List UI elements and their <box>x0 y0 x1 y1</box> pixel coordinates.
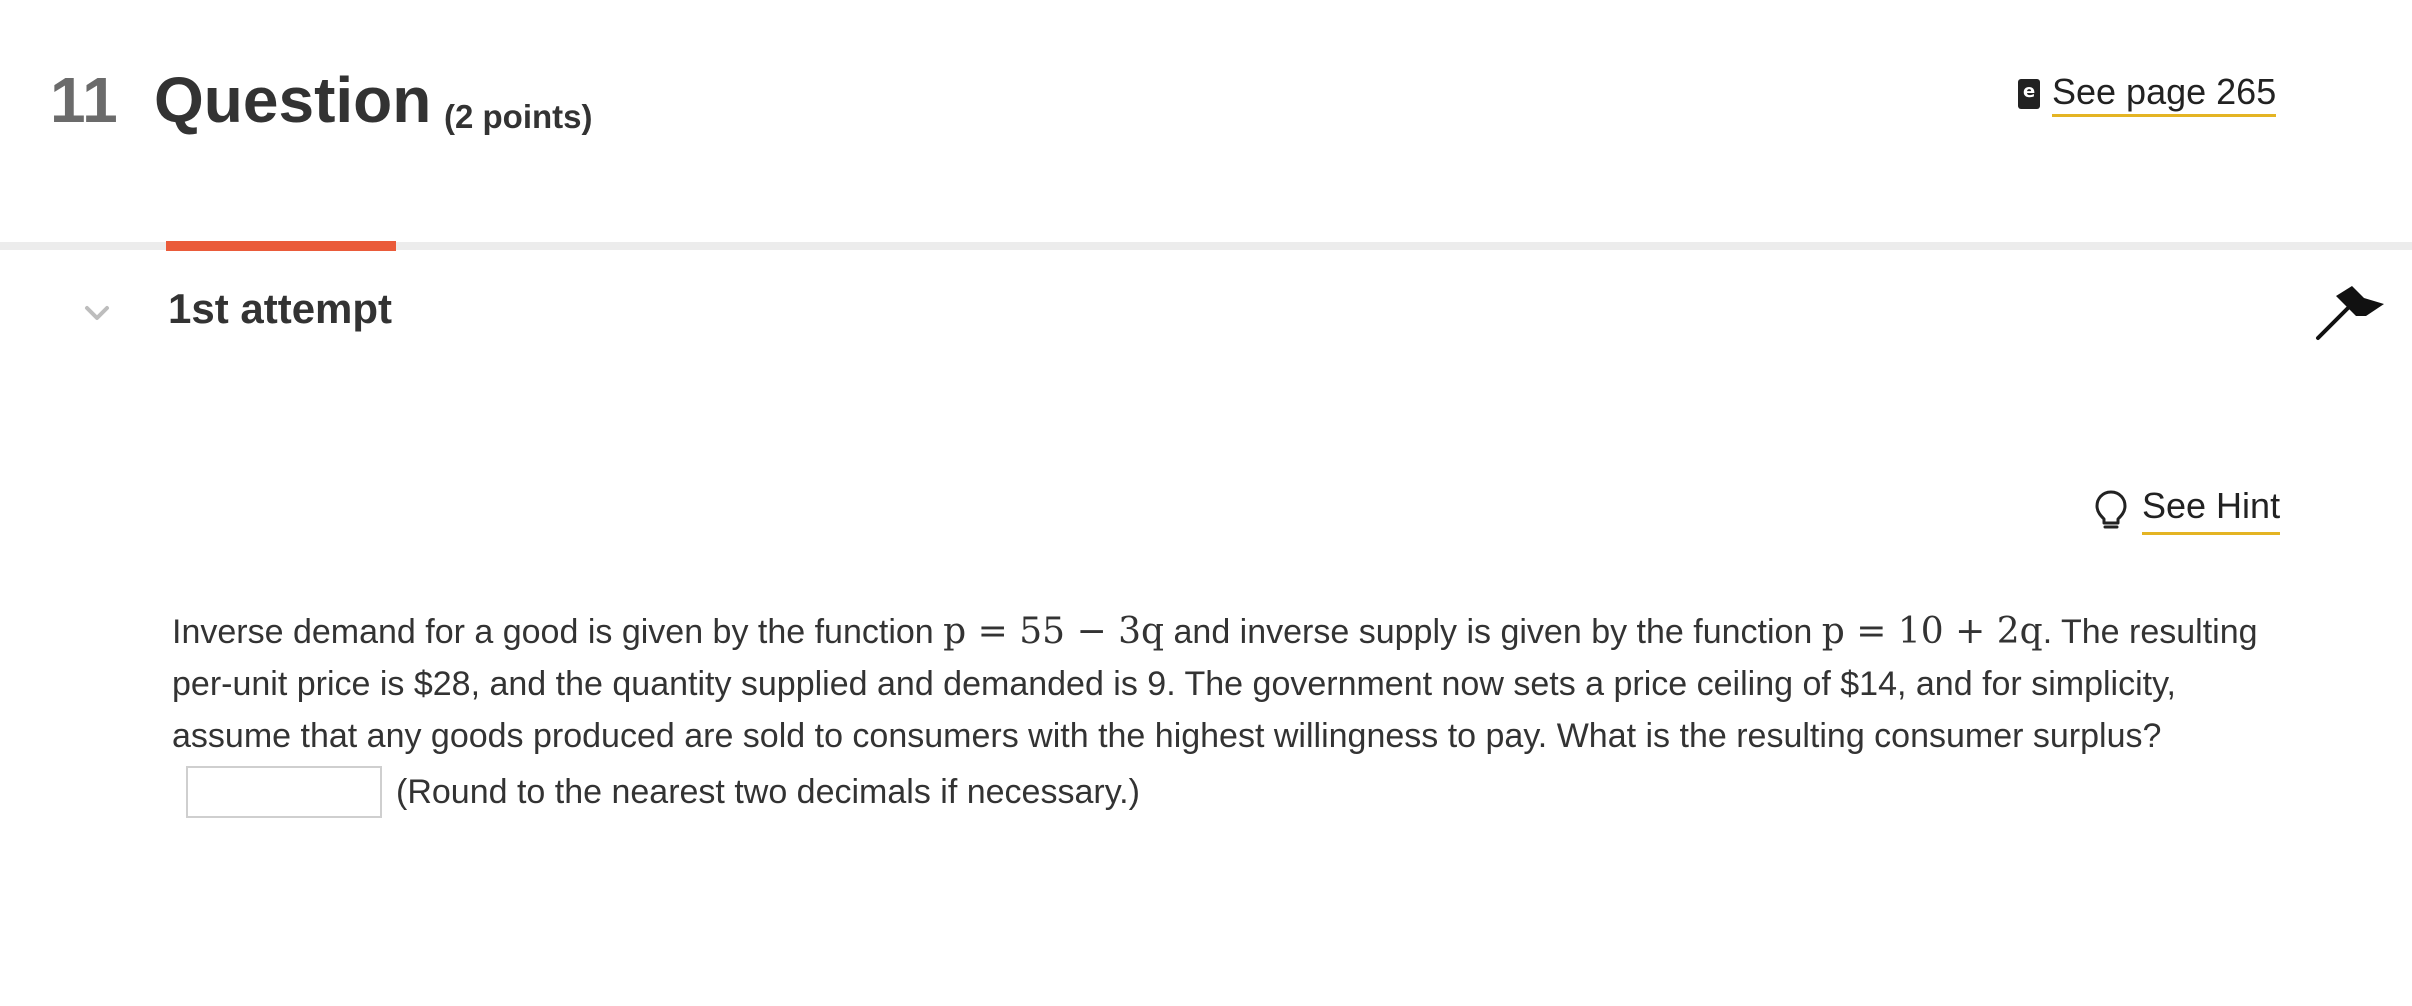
question-text-part-2: and inverse supply is given by the funct… <box>1164 613 1822 651</box>
lightbulb-icon <box>2094 489 2128 531</box>
supply-equation: p = 10 + 2q <box>1821 611 2043 652</box>
answer-input[interactable] <box>186 766 382 818</box>
flag-icon[interactable] <box>2314 286 2388 342</box>
ebook-icon <box>2018 79 2040 110</box>
see-hint-link[interactable]: See Hint <box>2094 486 2281 535</box>
demand-equation: p = 55 − 3q <box>943 611 1165 652</box>
active-tab-indicator <box>166 241 396 251</box>
question-text-part-1: Inverse demand for a good is given by th… <box>172 613 944 651</box>
answer-note: (Round to the nearest two decimals if ne… <box>396 772 1140 811</box>
question-title: Question <box>154 64 432 136</box>
see-hint-label[interactable]: See Hint <box>2142 486 2281 535</box>
see-page-label[interactable]: See page 265 <box>2052 72 2277 117</box>
see-page-link[interactable]: See page 265 <box>2018 72 2277 117</box>
question-page: 11 Question (2 points) See page 265 1st … <box>0 0 2412 1006</box>
attempt-label: 1st attempt <box>168 285 393 332</box>
question-body: Inverse demand for a good is given by th… <box>172 606 2292 762</box>
question-number: 11 <box>50 64 118 136</box>
chevron-down-icon[interactable] <box>82 298 112 328</box>
answer-row: (Round to the nearest two decimals if ne… <box>186 766 1140 818</box>
question-points: (2 points) <box>444 98 593 135</box>
